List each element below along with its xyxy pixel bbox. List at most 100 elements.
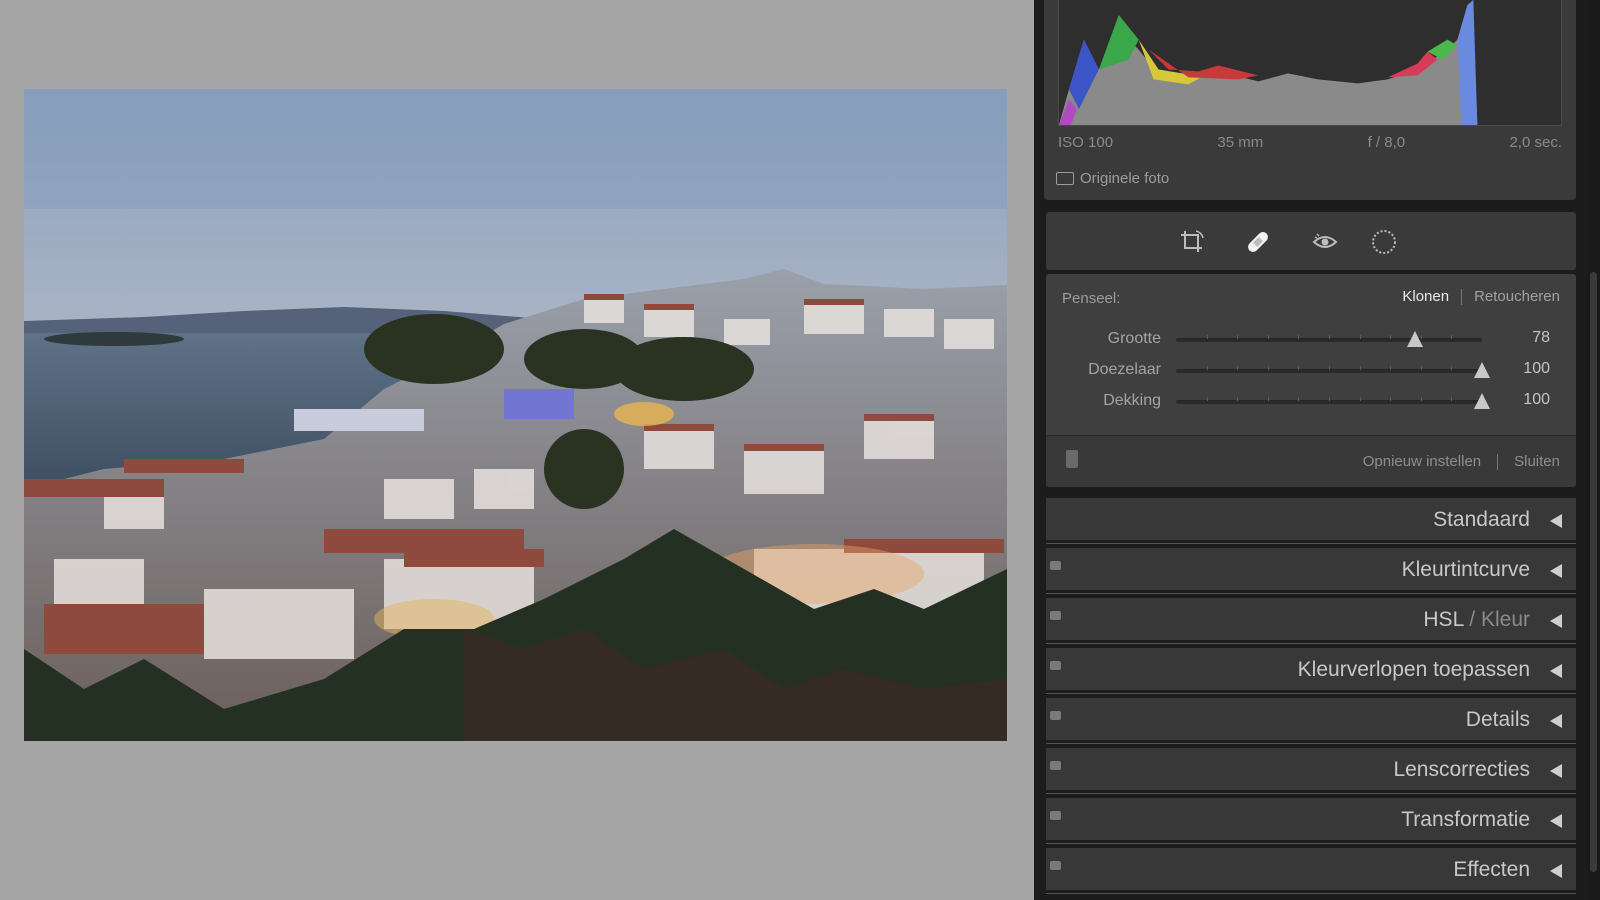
brush-label: Penseel: <box>1062 290 1121 307</box>
section-title-hsl[interactable]: HSL <box>1423 608 1463 631</box>
exif-shutter: 2,0 sec. <box>1509 134 1562 151</box>
brush-mode-clone[interactable]: Klonen <box>1402 288 1449 305</box>
section-standaard[interactable]: Standaard <box>1046 498 1576 544</box>
section-enable-switch[interactable] <box>1050 861 1061 870</box>
original-photo-label: Originele foto <box>1080 170 1170 187</box>
opacity-slider-row: Dekking 100 <box>1046 388 1576 414</box>
footer-divider <box>1497 453 1499 470</box>
slider-tick <box>1267 397 1269 401</box>
mask-icon <box>1372 230 1396 254</box>
original-photo-checkbox[interactable] <box>1056 172 1074 185</box>
spot-removal-footer: Opnieuw instellen Sluiten <box>1046 435 1576 487</box>
section-details[interactable]: Details <box>1046 698 1576 744</box>
section-enable-switch[interactable] <box>1050 711 1061 720</box>
red-eye-tool-button[interactable] <box>1309 226 1341 258</box>
opacity-slider-value[interactable]: 100 <box>1523 391 1550 409</box>
slider-tick <box>1390 366 1392 370</box>
opacity-slider-thumb[interactable] <box>1474 393 1490 409</box>
edited-photo[interactable] <box>24 89 1007 741</box>
exif-info: ISO 100 35 mm f / 8,0 2,0 sec. <box>1058 134 1562 152</box>
brush-mode-divider <box>1461 288 1463 305</box>
mask-tool-button[interactable] <box>1368 226 1400 258</box>
section-title: Effecten <box>1453 858 1530 881</box>
red-eye-icon <box>1312 233 1338 248</box>
section-kleurverlopen[interactable]: Kleurverlopen toepassen <box>1046 648 1576 694</box>
section-title: Kleurverlopen toepassen <box>1297 658 1530 681</box>
section-hsl-kleur[interactable]: HSL / Kleur <box>1046 598 1576 644</box>
section-title: Details <box>1465 708 1530 731</box>
collapse-arrow-icon[interactable] <box>1550 514 1562 528</box>
slider-tick <box>1451 366 1453 370</box>
section-title: Lenscorrecties <box>1393 758 1530 781</box>
slider-tick <box>1390 397 1392 401</box>
spot-removal-icon <box>1248 232 1268 252</box>
slider-tick <box>1206 397 1208 401</box>
feather-slider[interactable] <box>1176 362 1490 378</box>
slider-tick <box>1329 397 1330 401</box>
collapse-arrow-icon[interactable] <box>1550 814 1562 828</box>
slider-tick <box>1420 397 1422 401</box>
slider-tick <box>1451 397 1453 401</box>
feather-slider-row: Doezelaar 100 <box>1046 357 1576 383</box>
section-kleurtintcurve[interactable]: Kleurtintcurve <box>1046 548 1576 594</box>
feather-slider-label: Doezelaar <box>1088 361 1161 378</box>
opacity-slider[interactable] <box>1176 393 1490 409</box>
panel-scrollbar[interactable] <box>1587 0 1600 900</box>
slider-tick <box>1359 335 1361 339</box>
original-photo-toggle[interactable]: Originele foto <box>1056 170 1169 187</box>
tool-strip <box>1046 212 1576 270</box>
close-button[interactable]: Sluiten <box>1514 453 1560 470</box>
slider-tick <box>1237 366 1239 370</box>
feather-slider-thumb[interactable] <box>1474 362 1490 378</box>
panel-scrollbar-thumb[interactable] <box>1590 272 1597 872</box>
spot-removal-tool-button[interactable] <box>1242 226 1274 258</box>
slider-tick <box>1451 335 1453 339</box>
slider-tick <box>1359 366 1361 370</box>
town-at-dusk-image <box>24 89 1007 741</box>
section-effecten[interactable]: Effecten <box>1046 848 1576 894</box>
section-enable-switch[interactable] <box>1050 561 1061 570</box>
photo-viewport[interactable] <box>0 0 1034 900</box>
brush-mode-heal[interactable]: Retoucheren <box>1474 288 1560 305</box>
collapse-arrow-icon[interactable] <box>1550 614 1562 628</box>
collapse-arrow-icon[interactable] <box>1550 764 1562 778</box>
reset-button[interactable]: Opnieuw instellen <box>1363 453 1481 470</box>
feather-slider-value[interactable]: 100 <box>1523 360 1550 378</box>
slider-tick <box>1206 366 1208 370</box>
slider-tick <box>1420 366 1422 370</box>
slider-tick <box>1298 397 1300 401</box>
section-transformatie[interactable]: Transformatie <box>1046 798 1576 844</box>
collapse-arrow-icon[interactable] <box>1550 564 1562 578</box>
size-slider[interactable] <box>1176 331 1482 347</box>
collapse-arrow-icon[interactable] <box>1550 714 1562 728</box>
section-enable-switch[interactable] <box>1050 661 1061 670</box>
slider-tick <box>1329 366 1330 370</box>
exif-aperture: f / 8,0 <box>1367 134 1406 151</box>
section-title: HSL / Kleur <box>1423 608 1530 632</box>
slider-tick <box>1237 335 1239 339</box>
section-title: Kleurtintcurve <box>1401 558 1530 581</box>
section-enable-switch[interactable] <box>1050 611 1061 620</box>
size-slider-value[interactable]: 78 <box>1532 329 1550 347</box>
section-enable-switch[interactable] <box>1050 811 1061 820</box>
exif-iso: ISO 100 <box>1058 134 1114 151</box>
brush-mode-row: Penseel: Klonen Retoucheren <box>1062 288 1560 310</box>
crop-icon <box>1181 230 1204 252</box>
collapse-arrow-icon[interactable] <box>1550 664 1562 678</box>
size-slider-thumb[interactable] <box>1406 331 1423 347</box>
slider-tick <box>1237 397 1239 401</box>
histogram[interactable] <box>1058 0 1562 126</box>
slider-tick <box>1267 335 1269 339</box>
spot-removal-enable-switch[interactable] <box>1066 450 1078 468</box>
slider-tick <box>1329 335 1330 339</box>
collapse-arrow-icon[interactable] <box>1550 864 1562 878</box>
crop-tool-button[interactable] <box>1176 226 1208 258</box>
size-slider-row: Grootte 78 <box>1046 326 1576 352</box>
section-enable-switch[interactable] <box>1050 761 1061 770</box>
opacity-slider-label: Dekking <box>1103 392 1161 409</box>
slider-tick <box>1390 335 1392 339</box>
spot-removal-panel: Penseel: Klonen Retoucheren Grootte 78 D… <box>1046 274 1576 487</box>
section-lenscorrecties[interactable]: Lenscorrecties <box>1046 748 1576 794</box>
histogram-panel: ISO 100 35 mm f / 8,0 2,0 sec. Originele… <box>1044 0 1576 200</box>
section-title-kleur[interactable]: / Kleur <box>1463 608 1530 631</box>
